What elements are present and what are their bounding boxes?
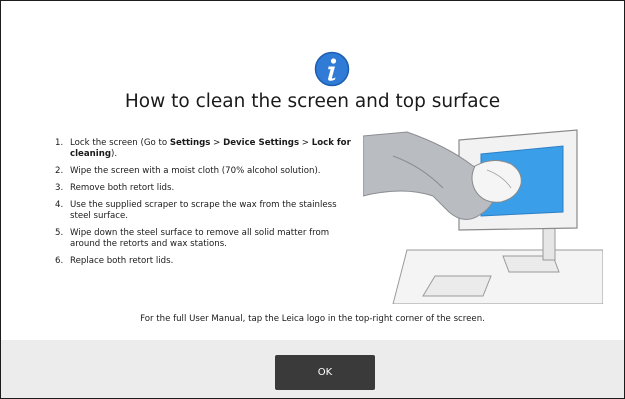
step-text: Remove both retort lids. xyxy=(70,183,175,193)
step-text: Lock the screen (Go to xyxy=(70,138,170,148)
list-item: 4. Use the supplied scraper to scrape th… xyxy=(55,200,355,222)
step-number: 4. xyxy=(55,200,64,210)
retort-outline xyxy=(422,275,492,297)
dialog-title: How to clean the screen and top surface xyxy=(124,91,501,112)
list-item: 2. Wipe the screen with a moist cloth (7… xyxy=(55,166,355,177)
hand-with-cloth xyxy=(471,160,522,203)
list-item: 1. Lock the screen (Go to Settings > Dev… xyxy=(55,138,355,160)
step-text: Wipe the screen with a moist cloth (70% … xyxy=(70,166,321,176)
manual-note: For the full User Manual, tap the Leica … xyxy=(140,314,485,324)
device-settings-label: Device Settings xyxy=(223,138,300,148)
list-item: 5. Wipe down the steel surface to remove… xyxy=(55,228,355,250)
step-text: Replace both retort lids. xyxy=(70,256,174,266)
step-text-end: ). xyxy=(111,149,118,159)
list-item: 3. Remove both retort lids. xyxy=(55,183,355,194)
ok-button[interactable]: OK xyxy=(275,355,375,390)
separator: > xyxy=(299,138,312,148)
step-number: 3. xyxy=(55,183,64,193)
cleaning-illustration xyxy=(363,129,603,304)
step-number: 2. xyxy=(55,166,64,176)
cleaning-steps-list: 1. Lock the screen (Go to Settings > Dev… xyxy=(55,138,355,273)
step-text: Wipe down the steel surface to remove al… xyxy=(70,228,330,249)
button-bar: OK xyxy=(1,340,624,398)
list-item: 6. Replace both retort lids. xyxy=(55,256,355,267)
cleaning-dialog: How to clean the screen and top surface … xyxy=(0,0,625,399)
step-number: 6. xyxy=(55,256,64,266)
step-number: 1. xyxy=(55,138,64,148)
settings-label: Settings xyxy=(169,138,211,148)
separator: > xyxy=(210,138,224,148)
step-number: 5. xyxy=(55,228,64,238)
step-text: Use the supplied scraper to scrape the w… xyxy=(70,200,337,221)
info-icon xyxy=(314,51,350,87)
